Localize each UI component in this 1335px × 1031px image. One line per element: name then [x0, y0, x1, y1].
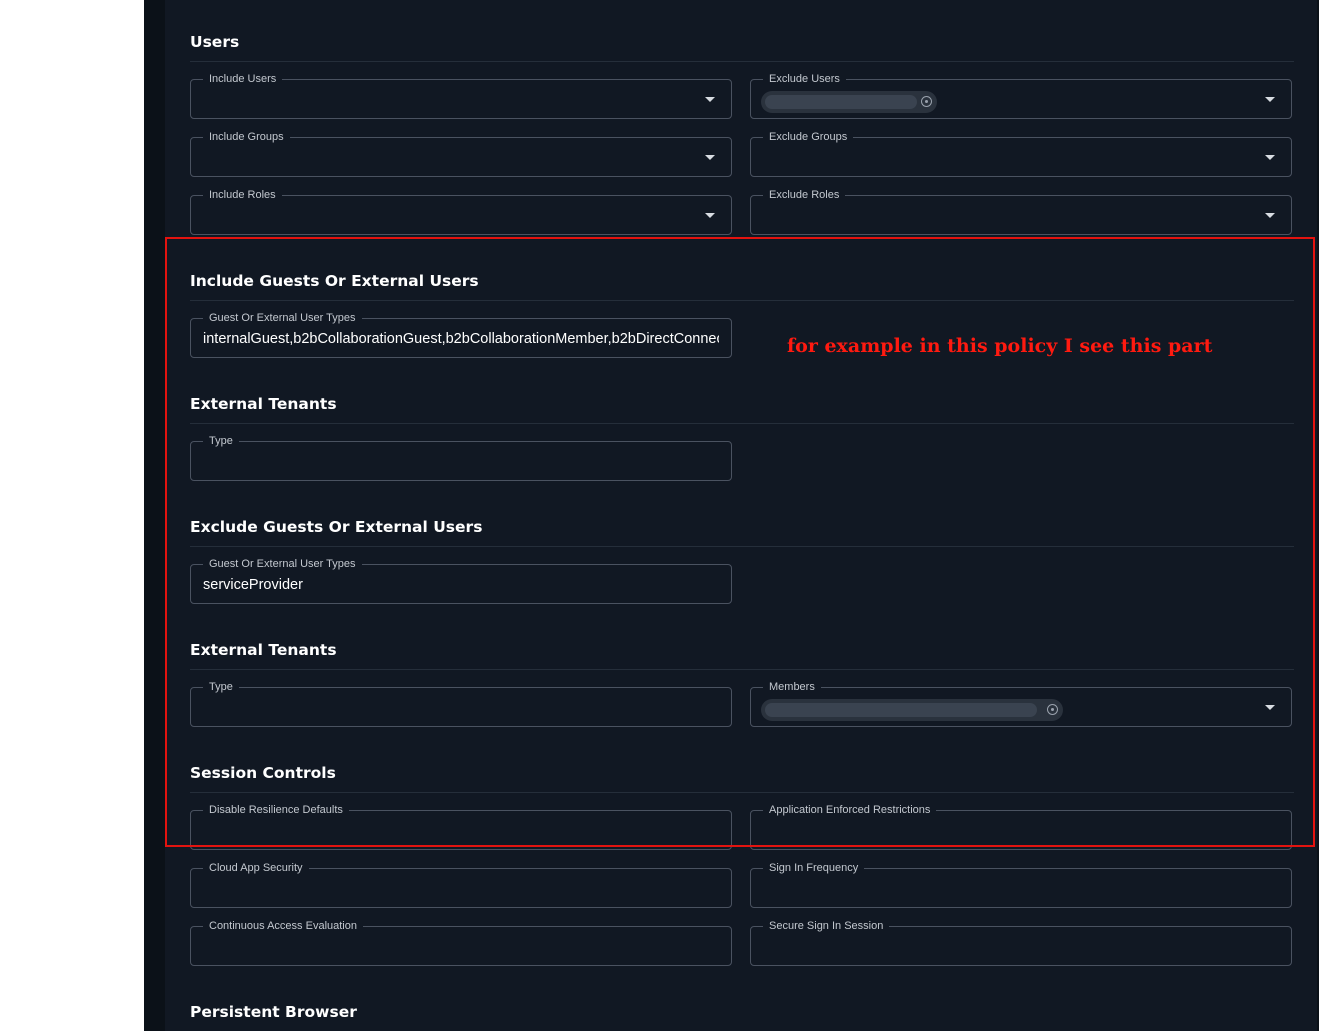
chevron-down-icon[interactable]: [705, 97, 715, 102]
include-users-label: Include Users: [203, 72, 283, 86]
application-enforced-restrictions-field[interactable]: Application Enforced Restrictions: [750, 803, 1292, 850]
cloud-app-security-label: Cloud App Security: [203, 861, 309, 875]
exclude-tenants-members-label: Members: [763, 680, 821, 694]
include-users-select[interactable]: Include Users: [190, 72, 732, 119]
secure-sign-in-session-field[interactable]: Secure Sign In Session: [750, 919, 1292, 966]
continuous-access-evaluation-field[interactable]: Continuous Access Evaluation: [190, 919, 732, 966]
include-tenants-type-field[interactable]: Type: [190, 434, 732, 481]
include-guest-types-field[interactable]: Guest Or External User Types internalGue…: [190, 311, 732, 358]
chevron-down-icon[interactable]: [1265, 155, 1275, 160]
exclude-tenants-type-label: Type: [203, 680, 239, 694]
annotation-text: for example in this policy I see this pa…: [787, 335, 1213, 357]
section-divider: [190, 300, 1294, 301]
section-divider: [190, 669, 1294, 670]
secure-sign-in-session-label: Secure Sign In Session: [763, 919, 890, 933]
section-title-persistent-browser: Persistent Browser: [190, 1003, 357, 1021]
remove-chip-icon[interactable]: [921, 96, 932, 107]
include-roles-label: Include Roles: [203, 188, 282, 202]
include-guest-types-label: Guest Or External User Types: [203, 311, 362, 325]
sign-in-frequency-label: Sign In Frequency: [763, 861, 865, 875]
redacted-member-chip: [761, 699, 1063, 721]
exclude-roles-label: Exclude Roles: [763, 188, 846, 202]
continuous-access-evaluation-label: Continuous Access Evaluation: [203, 919, 363, 933]
remove-chip-icon[interactable]: [1047, 704, 1058, 715]
exclude-tenants-members-select[interactable]: Members: [750, 680, 1292, 727]
exclude-groups-select[interactable]: Exclude Groups: [750, 130, 1292, 177]
exclude-guest-types-label: Guest Or External User Types: [203, 557, 362, 571]
exclude-users-select[interactable]: Exclude Users: [750, 72, 1292, 119]
exclude-roles-select[interactable]: Exclude Roles: [750, 188, 1292, 235]
section-divider: [190, 546, 1294, 547]
section-divider: [190, 61, 1294, 62]
exclude-users-label: Exclude Users: [763, 72, 846, 86]
sign-in-frequency-field[interactable]: Sign In Frequency: [750, 861, 1292, 908]
include-tenants-type-label: Type: [203, 434, 239, 448]
chevron-down-icon[interactable]: [705, 213, 715, 218]
disable-resilience-defaults-field[interactable]: Disable Resilience Defaults: [190, 803, 732, 850]
include-groups-select[interactable]: Include Groups: [190, 130, 732, 177]
exclude-groups-label: Exclude Groups: [763, 130, 854, 144]
include-guest-types-value: internalGuest,b2bCollaborationGuest,b2bC…: [203, 331, 719, 347]
section-divider: [190, 792, 1294, 793]
cloud-app-security-field[interactable]: Cloud App Security: [190, 861, 732, 908]
right-blank-area: [1319, 0, 1335, 1031]
section-title-exclude-guests: Exclude Guests Or External Users: [190, 518, 483, 536]
section-title-include-guests: Include Guests Or External Users: [190, 272, 479, 290]
chevron-down-icon[interactable]: [1265, 705, 1275, 710]
section-title-external-tenants: External Tenants: [190, 395, 337, 413]
left-blank-area: [0, 0, 144, 1031]
exclude-tenants-type-field[interactable]: Type: [190, 680, 732, 727]
redacted-content: [765, 703, 1037, 717]
section-title-session-controls: Session Controls: [190, 764, 336, 782]
section-title-external-tenants: External Tenants: [190, 641, 337, 659]
section-title-users: Users: [190, 33, 240, 51]
section-divider: [190, 423, 1294, 424]
exclude-guest-types-field[interactable]: Guest Or External User Types serviceProv…: [190, 557, 732, 604]
exclude-guest-types-value: serviceProvider: [203, 577, 303, 593]
include-groups-label: Include Groups: [203, 130, 290, 144]
disable-resilience-defaults-label: Disable Resilience Defaults: [203, 803, 349, 817]
chevron-down-icon[interactable]: [1265, 213, 1275, 218]
redacted-user-chip: [761, 91, 937, 113]
include-roles-select[interactable]: Include Roles: [190, 188, 732, 235]
chevron-down-icon[interactable]: [705, 155, 715, 160]
chevron-down-icon[interactable]: [1265, 97, 1275, 102]
application-enforced-restrictions-label: Application Enforced Restrictions: [763, 803, 937, 817]
redacted-content: [765, 95, 917, 109]
